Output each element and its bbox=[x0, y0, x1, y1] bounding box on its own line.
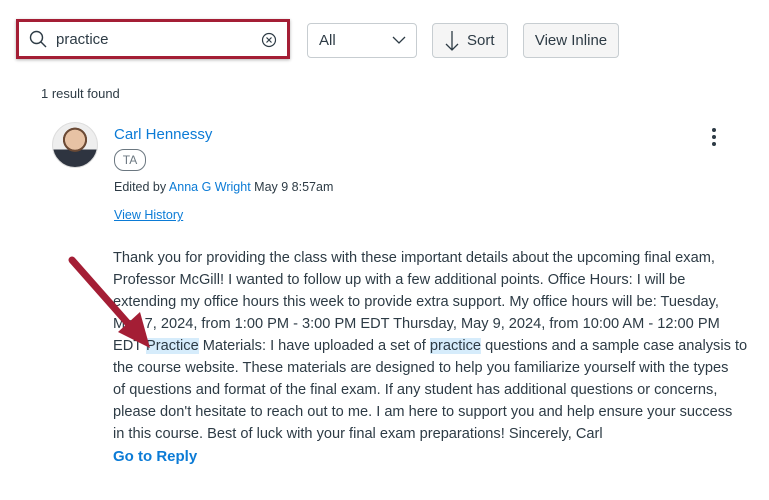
search-input[interactable] bbox=[24, 25, 282, 53]
filter-selected: All bbox=[319, 32, 336, 49]
body-line: Professor McGill! I wanted to follow up … bbox=[113, 272, 686, 288]
author-name[interactable]: Carl Hennessy bbox=[114, 126, 212, 143]
editor-link[interactable]: Anna G Wright bbox=[169, 180, 251, 194]
search-box bbox=[16, 19, 290, 59]
body-line: please don't hesitate to reach out to me… bbox=[113, 404, 733, 420]
body-line: EDT Practice Materials: I have uploaded … bbox=[113, 338, 748, 354]
body-line: in this course. Best of luck with your f… bbox=[113, 426, 603, 442]
filter-select[interactable]: All bbox=[307, 23, 417, 58]
role-badge: TA bbox=[114, 149, 146, 171]
view-inline-button[interactable]: View Inline bbox=[523, 23, 619, 58]
annotation-arrow-icon bbox=[68, 256, 150, 348]
body-line: of questions and format of the final exa… bbox=[113, 382, 718, 398]
avatar[interactable] bbox=[52, 122, 98, 168]
go-to-reply-link[interactable]: Go to Reply bbox=[113, 448, 197, 465]
body-line: the course website. These materials are … bbox=[113, 360, 729, 376]
results-count: 1 result found bbox=[41, 86, 120, 101]
body-line: extending my office hours this week to p… bbox=[113, 294, 719, 310]
sort-button[interactable]: Sort bbox=[432, 23, 508, 58]
view-inline-label: View Inline bbox=[534, 32, 608, 49]
arrow-down-icon bbox=[445, 30, 459, 51]
edited-info: Edited by Anna G Wright May 9 8:57am bbox=[114, 180, 334, 194]
view-history-link[interactable]: View History bbox=[114, 208, 183, 222]
more-options-icon[interactable] bbox=[712, 128, 716, 146]
search-match: practice bbox=[429, 338, 482, 354]
sort-label: Sort bbox=[467, 32, 495, 49]
body-line: May 7, 2024, from 1:00 PM - 3:00 PM EDT … bbox=[113, 316, 720, 332]
body-line: Thank you for providing the class with t… bbox=[113, 250, 715, 266]
clear-circle-icon[interactable] bbox=[261, 32, 277, 48]
chevron-down-icon bbox=[392, 36, 406, 44]
